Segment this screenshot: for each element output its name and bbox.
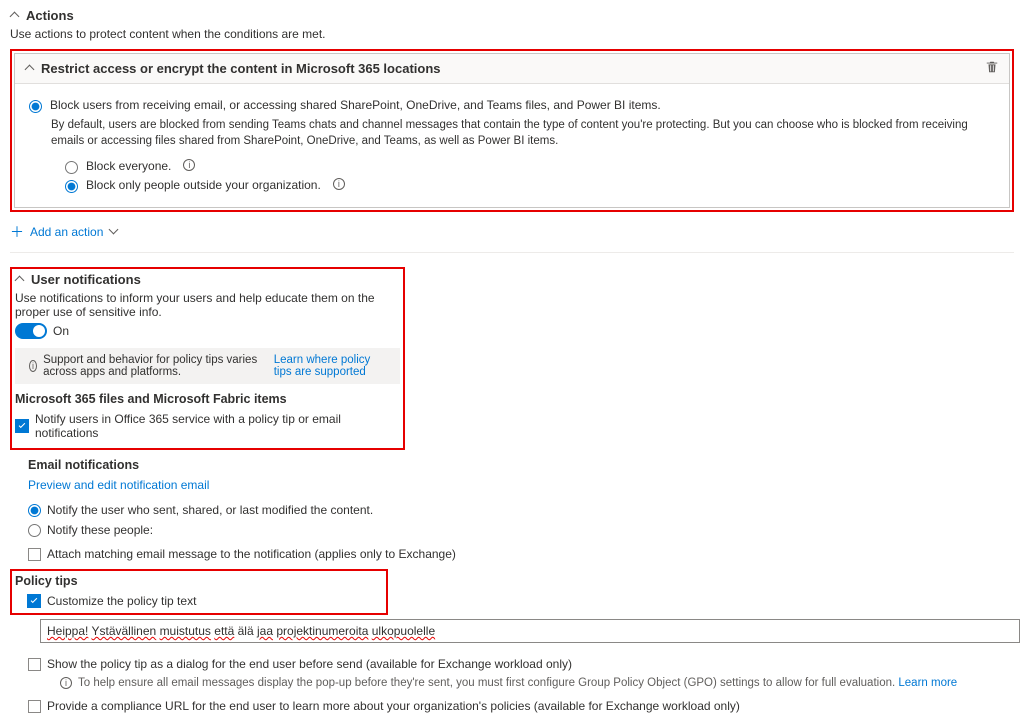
card-header[interactable]: Restrict access or encrypt the content i…	[25, 61, 441, 76]
customize-tip-checkbox[interactable]	[27, 594, 41, 608]
delete-icon[interactable]	[985, 60, 999, 77]
chevron-up-icon	[15, 275, 25, 285]
block-users-radio[interactable]	[29, 100, 42, 113]
toggle-label: On	[53, 324, 69, 338]
policy-tips-info-bar: i Support and behavior for policy tips v…	[15, 348, 400, 384]
add-action-button[interactable]: ＋ Add an action	[10, 222, 1014, 242]
policy-tips-header: Policy tips	[15, 574, 383, 588]
help-text: To help ensure all email messages displa…	[78, 677, 895, 689]
compliance-url-checkbox[interactable]	[28, 700, 41, 713]
user-notifications-subtitle: Use notifications to inform your users a…	[15, 291, 400, 319]
actions-title: Actions	[26, 8, 74, 23]
notify-people-label: Notify these people:	[47, 523, 153, 537]
notify-user-radio[interactable]	[28, 504, 41, 517]
block-users-label: Block users from receiving email, or acc…	[50, 98, 661, 112]
user-notifications-title: User notifications	[31, 272, 141, 287]
preview-email-link[interactable]: Preview and edit notification email	[28, 478, 209, 492]
policy-tip-textarea[interactable]: Heippa! Ystävällinen muistutus että älä …	[40, 619, 1020, 643]
block-outside-radio[interactable]	[65, 180, 78, 193]
attach-email-checkbox[interactable]	[28, 548, 41, 561]
block-everyone-radio[interactable]	[65, 161, 78, 174]
card-title-text: Restrict access or encrypt the content i…	[41, 61, 441, 76]
actions-header[interactable]: Actions	[10, 8, 1014, 23]
user-notifications-header[interactable]: User notifications	[15, 272, 400, 287]
notify-users-label: Notify users in Office 365 service with …	[35, 412, 400, 440]
info-icon[interactable]: i	[183, 159, 195, 171]
block-everyone-label: Block everyone.	[86, 159, 171, 173]
chevron-down-icon	[109, 227, 119, 237]
plus-icon: ＋	[10, 222, 24, 242]
block-outside-label: Block only people outside your organizat…	[86, 178, 321, 192]
notify-users-checkbox[interactable]	[15, 419, 29, 433]
notify-user-label: Notify the user who sent, shared, or las…	[47, 503, 373, 517]
info-icon: i	[60, 677, 72, 689]
m365-files-header: Microsoft 365 files and Microsoft Fabric…	[15, 392, 400, 406]
show-dialog-label: Show the policy tip as a dialog for the …	[47, 657, 572, 671]
email-notifications-header: Email notifications	[28, 458, 1014, 472]
chevron-up-icon	[10, 11, 20, 21]
info-icon[interactable]: i	[333, 178, 345, 190]
show-dialog-checkbox[interactable]	[28, 658, 41, 671]
customize-tip-label: Customize the policy tip text	[47, 594, 196, 608]
attach-email-label: Attach matching email message to the not…	[47, 547, 456, 561]
restrict-access-card: Restrict access or encrypt the content i…	[14, 53, 1010, 208]
notifications-toggle[interactable]: On	[15, 323, 69, 339]
compliance-url-label: Provide a compliance URL for the end use…	[47, 699, 740, 713]
add-action-label: Add an action	[30, 225, 103, 239]
block-users-desc: By default, users are blocked from sendi…	[51, 117, 995, 149]
info-bar-text: Support and behavior for policy tips var…	[43, 354, 258, 378]
chevron-up-icon	[25, 64, 35, 74]
notify-people-radio[interactable]	[28, 524, 41, 537]
info-icon: i	[29, 360, 37, 372]
actions-subtitle: Use actions to protect content when the …	[10, 27, 1014, 41]
learn-more-link[interactable]: Learn more	[898, 677, 957, 689]
learn-policy-tips-link[interactable]: Learn where policy tips are supported	[274, 354, 390, 378]
